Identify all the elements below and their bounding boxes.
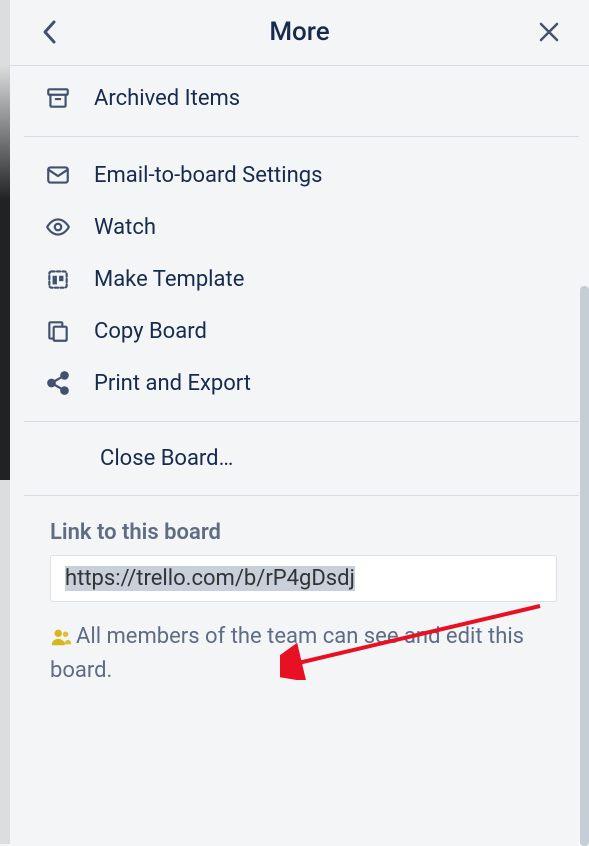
mail-icon — [44, 161, 72, 189]
eye-icon — [44, 213, 72, 241]
menu-item-label: Print and Export — [94, 371, 251, 396]
board-link-url[interactable]: https://trello.com/b/rP4gDsdj — [65, 566, 355, 591]
link-section: Link to this board https://trello.com/b/… — [24, 502, 579, 706]
panel-title: More — [269, 17, 329, 47]
visibility-description: All members of the team can see and edit… — [50, 620, 557, 688]
divider — [24, 495, 579, 496]
menu-item-label: Close Board… — [100, 446, 233, 471]
link-section-label: Link to this board — [50, 520, 557, 545]
menu-item-label: Email-to-board Settings — [94, 163, 322, 188]
copy-icon — [44, 317, 72, 345]
share-icon — [44, 369, 72, 397]
divider — [24, 421, 579, 422]
scrollbar-track — [580, 66, 589, 844]
menu-group-0: Archived Items — [24, 66, 579, 130]
archive-icon — [44, 84, 72, 112]
template-icon — [44, 265, 72, 293]
panel-header: More — [10, 0, 589, 66]
divider — [24, 136, 579, 137]
more-menu-panel: More Archived Items Email-to-board Setti… — [10, 0, 589, 844]
menu-item-email-settings[interactable]: Email-to-board Settings — [24, 149, 579, 201]
menu-group-1: Email-to-board Settings Watch Make Templ… — [24, 143, 579, 415]
menu-item-watch[interactable]: Watch — [24, 201, 579, 253]
close-icon — [538, 21, 560, 43]
menu-item-make-template[interactable]: Make Template — [24, 253, 579, 305]
panel-content: Archived Items Email-to-board Settings W… — [10, 66, 589, 844]
menu-item-close-board[interactable]: Close Board… — [24, 428, 579, 489]
chevron-left-icon — [41, 18, 59, 46]
visibility-text: All members of the team can see and edit… — [50, 624, 524, 683]
menu-item-label: Watch — [94, 215, 156, 240]
close-panel-button[interactable] — [531, 14, 567, 50]
menu-item-archived-items[interactable]: Archived Items — [24, 72, 579, 124]
team-visibility-icon — [50, 626, 72, 648]
menu-item-label: Archived Items — [94, 86, 240, 111]
back-button[interactable] — [32, 14, 68, 50]
link-input-container[interactable]: https://trello.com/b/rP4gDsdj — [50, 555, 557, 602]
menu-item-copy-board[interactable]: Copy Board — [24, 305, 579, 357]
menu-item-print-export[interactable]: Print and Export — [24, 357, 579, 409]
background-strip — [0, 0, 10, 844]
menu-item-label: Copy Board — [94, 319, 207, 344]
menu-item-label: Make Template — [94, 267, 244, 292]
scrollbar-thumb[interactable] — [580, 286, 589, 846]
